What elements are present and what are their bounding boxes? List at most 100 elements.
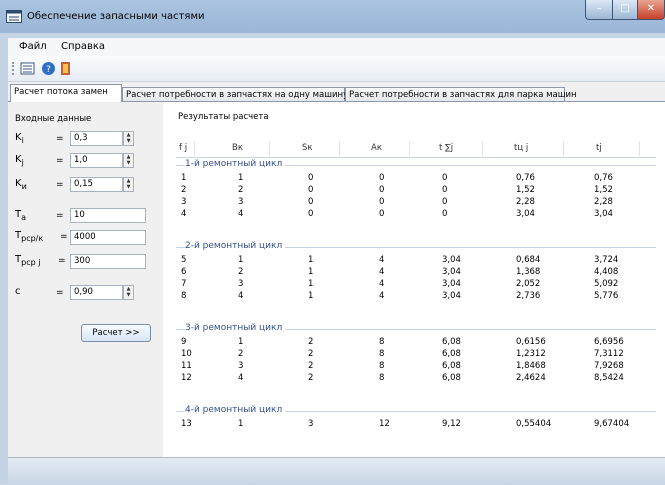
k-i-input[interactable]: 0,3 <box>70 131 123 146</box>
table-cell: 0 <box>308 185 314 195</box>
t-rcpj-label: Tpcp j <box>15 254 41 267</box>
table-cell: 0,76 <box>516 173 535 183</box>
table-cell: 7,3112 <box>594 349 624 359</box>
c-label: c <box>15 286 21 297</box>
table-cell: 3,04 <box>442 255 461 265</box>
tab-flow-calc[interactable]: Расчет потока замен <box>10 84 122 102</box>
header-tcj[interactable]: tц j <box>514 143 528 153</box>
table-cell: 0 <box>308 209 314 219</box>
table-cell: 8 <box>379 349 385 359</box>
table-cell: 1,2312 <box>516 349 546 359</box>
table-cell: 2,736 <box>516 291 541 301</box>
table-cell: 2 <box>181 185 187 195</box>
cycle-separator: 4-й ремонтный цикл <box>176 405 656 417</box>
close-button[interactable]: ✕ <box>637 0 665 20</box>
header-tj[interactable]: tj <box>596 143 602 153</box>
table-cell: 2 <box>308 361 314 371</box>
table-cell: 11 <box>181 361 192 371</box>
table-cell: 2 <box>238 267 244 277</box>
table-row[interactable]: 4 4 0 0 0 3,04 3,04 <box>176 209 656 220</box>
table-cell: 1 <box>308 279 314 289</box>
table-row[interactable]: 8 4 1 4 3,04 2,736 5,776 <box>176 291 656 302</box>
table-cell: 2 <box>308 373 314 383</box>
minimize-button[interactable]: – <box>585 0 613 20</box>
k-i-spinner[interactable]: ▲ ▼ <box>123 131 134 146</box>
header-sk[interactable]: Sк <box>302 143 313 153</box>
t-rcpj-eq: = <box>58 256 66 266</box>
table-cell: 1 <box>238 337 244 347</box>
table-row[interactable]: 10 2 2 8 6,08 1,2312 7,3112 <box>176 349 656 360</box>
k-j-spinner[interactable]: ▲ ▼ <box>123 153 134 168</box>
c-input[interactable]: 0,90 <box>70 285 123 300</box>
table-cell: 0,6156 <box>516 337 546 347</box>
header-fj[interactable]: f j <box>179 143 187 153</box>
header-ak[interactable]: Aк <box>371 143 382 153</box>
table-cell: 8 <box>181 291 187 301</box>
c-spinner[interactable]: ▲ ▼ <box>123 285 134 300</box>
c-eq: = <box>56 288 64 298</box>
menu-help[interactable]: Справка <box>61 41 105 52</box>
table-row[interactable]: 2 2 0 0 0 1,52 1,52 <box>176 185 656 196</box>
exit-icon[interactable] <box>58 61 73 76</box>
k-j-input[interactable]: 1,0 <box>70 153 123 168</box>
table-cell: 9,12 <box>442 419 461 429</box>
help-icon[interactable]: ? <box>41 61 56 76</box>
window-title: Обеспечение запасными частями <box>27 11 205 22</box>
table-cell: 1,8468 <box>516 361 546 371</box>
table-cell: 3,04 <box>442 279 461 289</box>
table-row[interactable]: 13 1 3 12 9,12 0,55404 9,67404 <box>176 419 656 430</box>
tab-fleet[interactable]: Расчет потребности в запчастях для парка… <box>345 87 577 102</box>
cycle-separator: 3-й ремонтный цикл <box>176 323 656 335</box>
table-row[interactable]: 9 1 2 8 6,08 0,6156 6,6956 <box>176 337 656 348</box>
table-cell: 4 <box>238 291 244 301</box>
table-row[interactable]: 11 3 2 8 6,08 1,8468 7,9268 <box>176 361 656 372</box>
table-row[interactable]: 12 4 2 8 6,08 2,4624 8,5424 <box>176 373 656 384</box>
table-cell: 0,76 <box>594 173 613 183</box>
table-cell: 3 <box>181 197 187 207</box>
t-a-input[interactable]: 10 <box>70 208 146 223</box>
k-u-label: Kи <box>15 178 27 191</box>
table-cell: 0 <box>379 173 385 183</box>
calculate-button[interactable]: Расчет >> <box>81 324 151 342</box>
table-cell: 4,408 <box>594 267 619 277</box>
table-row[interactable]: 5 1 1 4 3,04 0,684 3,724 <box>176 255 656 266</box>
table-cell: 3,04 <box>442 291 461 301</box>
table-cell: 4 <box>181 209 187 219</box>
toolbar-grip <box>12 62 17 75</box>
t-rcpk-label: Tpcp/к <box>15 230 44 243</box>
table-cell: 3 <box>238 279 244 289</box>
table-cell: 4 <box>238 209 244 219</box>
table-row[interactable]: 3 3 0 0 0 2,28 2,28 <box>176 197 656 208</box>
header-bk[interactable]: Bк <box>232 143 243 153</box>
table-cell: 0 <box>308 197 314 207</box>
t-rcpk-input[interactable]: 4000 <box>70 230 146 245</box>
input-section-label: Входные данные <box>15 114 92 124</box>
list-icon[interactable] <box>20 61 35 76</box>
table-cell: 3,04 <box>442 267 461 277</box>
t-rcpj-input[interactable]: 300 <box>70 254 146 269</box>
table-cell: 1,52 <box>594 185 613 195</box>
table-cell: 6,08 <box>442 337 461 347</box>
k-u-spinner[interactable]: ▲ ▼ <box>123 177 134 192</box>
table-cell: 2,28 <box>516 197 535 207</box>
tab-panel: Входные данные Ki = 0,3 ▲ ▼ Kj = 1,0 ▲ ▼ K… <box>8 101 665 458</box>
table-cell: 8 <box>379 361 385 371</box>
table-cell: 1 <box>308 291 314 301</box>
table-row[interactable]: 7 3 1 4 3,04 2,052 5,092 <box>176 279 656 290</box>
table-cell: 4 <box>379 291 385 301</box>
table-cell: 0 <box>442 209 448 219</box>
table-row[interactable]: 1 1 0 0 0 0,76 0,76 <box>176 173 656 184</box>
table-cell: 12 <box>379 419 390 429</box>
header-tsum[interactable]: t ∑j <box>439 143 453 153</box>
k-u-input[interactable]: 0,15 <box>70 177 123 192</box>
k-u-eq: = <box>56 180 64 190</box>
table-cell: 6,08 <box>442 349 461 359</box>
table-row[interactable]: 6 2 1 4 3,04 1,368 4,408 <box>176 267 656 278</box>
maximize-button[interactable]: □ <box>612 0 638 20</box>
table-cell: 6,6956 <box>594 337 624 347</box>
table-cell: 5,092 <box>594 279 619 289</box>
table-cell: 7,9268 <box>594 361 624 371</box>
menu-file[interactable]: Файл <box>19 41 47 52</box>
tab-one-machine[interactable]: Расчет потребности в запчастях на одну м… <box>122 87 348 102</box>
table-cell: 3,724 <box>594 255 619 265</box>
